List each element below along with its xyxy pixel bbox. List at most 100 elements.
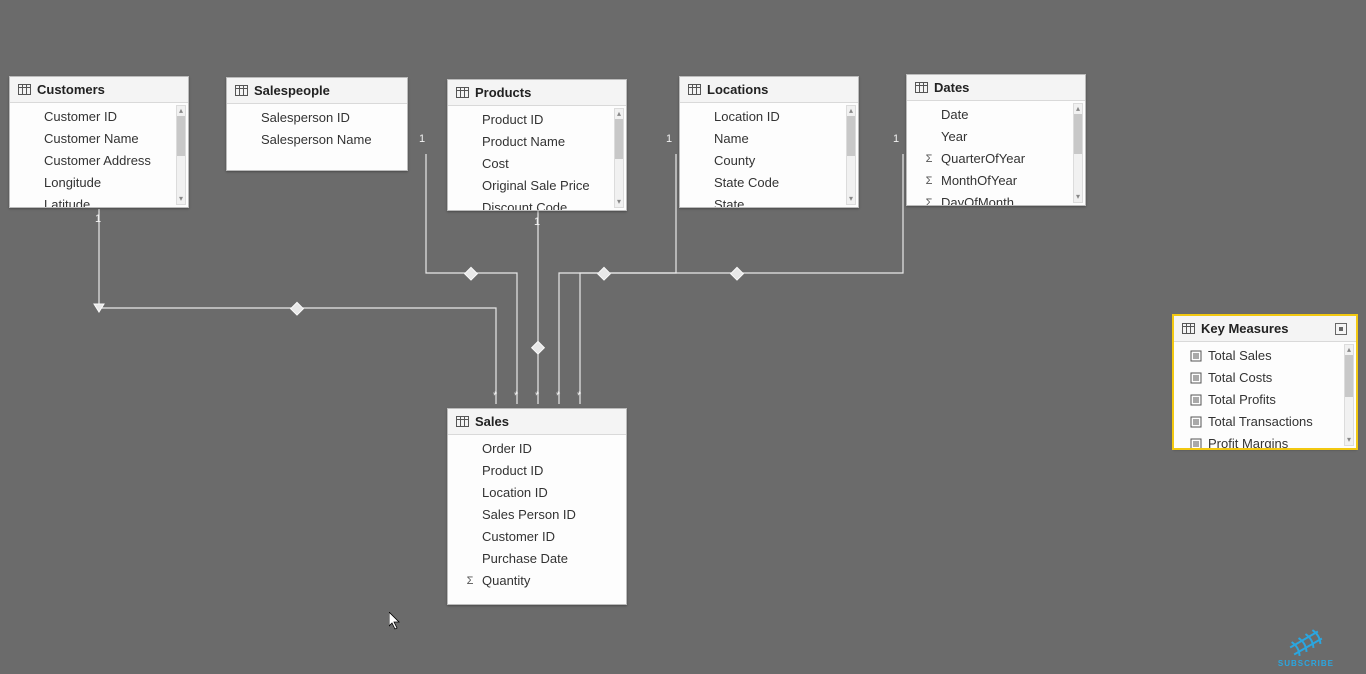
- field-item[interactable]: State: [680, 194, 858, 207]
- cardinality-one: 1: [95, 213, 101, 225]
- field-item[interactable]: Name: [680, 128, 858, 150]
- measure-icon: [1190, 394, 1202, 406]
- field-item[interactable]: Latitude: [10, 194, 188, 207]
- field-item[interactable]: Total Costs: [1174, 367, 1356, 389]
- measure-icon: [1190, 372, 1202, 384]
- scroll-up-icon[interactable]: ▴: [177, 106, 185, 116]
- subscribe-label: SUBSCRIBE: [1278, 659, 1334, 668]
- scrollbar-thumb[interactable]: [1074, 114, 1082, 154]
- maximize-icon[interactable]: [1334, 322, 1348, 336]
- field-item[interactable]: Order ID: [448, 438, 626, 460]
- table-key-measures[interactable]: Key Measures Total Sales Total Costs Tot…: [1173, 315, 1357, 449]
- table-salespeople[interactable]: Salespeople Salesperson ID Salesperson N…: [226, 77, 408, 171]
- scroll-down-icon[interactable]: ▾: [615, 197, 623, 207]
- table-locations[interactable]: Locations Location ID Name County State …: [679, 76, 859, 208]
- field-item[interactable]: Location ID: [680, 106, 858, 128]
- field-item[interactable]: Total Sales: [1174, 345, 1356, 367]
- scroll-down-icon[interactable]: ▾: [177, 194, 185, 204]
- field-item[interactable]: Profit Margins: [1174, 433, 1356, 448]
- field-item[interactable]: QuarterOfYear: [907, 148, 1085, 170]
- table-icon: [456, 416, 469, 427]
- table-dates[interactable]: Dates Date Year QuarterOfYear MonthOfYea…: [906, 74, 1086, 206]
- table-icon: [1182, 323, 1195, 334]
- field-list: Date Year QuarterOfYear MonthOfYear DayO…: [907, 101, 1085, 205]
- field-item[interactable]: Purchase Date: [448, 548, 626, 570]
- table-sales[interactable]: Sales Order ID Product ID Location ID Sa…: [447, 408, 627, 605]
- table-header[interactable]: Key Measures: [1174, 316, 1356, 342]
- table-title: Salespeople: [254, 83, 330, 98]
- field-item[interactable]: Product ID: [448, 109, 626, 131]
- table-header[interactable]: Products: [448, 80, 626, 106]
- scroll-up-icon[interactable]: ▴: [1074, 104, 1082, 114]
- measure-icon: [1190, 438, 1202, 448]
- table-header[interactable]: Customers: [10, 77, 188, 103]
- cardinality-many: *: [535, 390, 539, 402]
- table-header[interactable]: Dates: [907, 75, 1085, 101]
- cardinality-one: 1: [419, 133, 425, 145]
- field-item[interactable]: County: [680, 150, 858, 172]
- measure-icon: [1190, 350, 1202, 362]
- cardinality-many: *: [493, 390, 497, 402]
- field-item[interactable]: Customer Name: [10, 128, 188, 150]
- scroll-up-icon[interactable]: ▴: [1345, 345, 1353, 355]
- sigma-icon: [923, 175, 935, 187]
- mouse-cursor-icon: [389, 612, 401, 630]
- scrollbar-thumb[interactable]: [1345, 355, 1353, 397]
- cardinality-many: *: [514, 390, 518, 402]
- sigma-icon: [464, 575, 476, 587]
- field-list: Customer ID Customer Name Customer Addre…: [10, 103, 188, 207]
- table-header[interactable]: Sales: [448, 409, 626, 435]
- cardinality-one: 1: [893, 133, 899, 145]
- field-item[interactable]: DayOfMonth: [907, 192, 1085, 205]
- field-item[interactable]: Salesperson Name: [227, 129, 407, 151]
- field-item[interactable]: Product Name: [448, 131, 626, 153]
- field-item[interactable]: Year: [907, 126, 1085, 148]
- field-item[interactable]: Original Sale Price: [448, 175, 626, 197]
- field-item[interactable]: Discount Code: [448, 197, 626, 210]
- field-item[interactable]: Product ID: [448, 460, 626, 482]
- field-item[interactable]: State Code: [680, 172, 858, 194]
- subscribe-badge: SUBSCRIBE: [1278, 629, 1334, 668]
- field-list: Salesperson ID Salesperson Name: [227, 104, 407, 170]
- field-item[interactable]: Longitude: [10, 172, 188, 194]
- scroll-down-icon[interactable]: ▾: [847, 194, 855, 204]
- field-list: Order ID Product ID Location ID Sales Pe…: [448, 435, 626, 604]
- scroll-up-icon[interactable]: ▴: [847, 106, 855, 116]
- field-item[interactable]: Total Transactions: [1174, 411, 1356, 433]
- scrollbar[interactable]: ▴ ▾: [1073, 103, 1083, 203]
- table-header[interactable]: Locations: [680, 77, 858, 103]
- field-list: Total Sales Total Costs Total Profits To…: [1174, 342, 1356, 448]
- scrollbar[interactable]: ▴ ▾: [846, 105, 856, 205]
- scroll-down-icon[interactable]: ▾: [1074, 192, 1082, 202]
- field-item[interactable]: Quantity: [448, 570, 626, 592]
- table-header[interactable]: Salespeople: [227, 78, 407, 104]
- table-icon: [915, 82, 928, 93]
- table-customers[interactable]: Customers Customer ID Customer Name Cust…: [9, 76, 189, 208]
- scroll-down-icon[interactable]: ▾: [1345, 435, 1353, 445]
- field-item[interactable]: Cost: [448, 153, 626, 175]
- table-title: Customers: [37, 82, 105, 97]
- scrollbar[interactable]: ▴ ▾: [176, 105, 186, 205]
- scrollbar[interactable]: ▴ ▾: [614, 108, 624, 208]
- cardinality-one: 1: [534, 216, 540, 228]
- table-products[interactable]: Products Product ID Product Name Cost Or…: [447, 79, 627, 211]
- table-title: Key Measures: [1201, 321, 1288, 336]
- field-item[interactable]: Customer Address: [10, 150, 188, 172]
- scrollbar-thumb[interactable]: [177, 116, 185, 156]
- table-title: Dates: [934, 80, 969, 95]
- cardinality-many: *: [556, 390, 560, 402]
- field-item[interactable]: Sales Person ID: [448, 504, 626, 526]
- field-item[interactable]: Location ID: [448, 482, 626, 504]
- field-item[interactable]: Total Profits: [1174, 389, 1356, 411]
- field-item[interactable]: Customer ID: [448, 526, 626, 548]
- scrollbar-thumb[interactable]: [847, 116, 855, 156]
- field-item[interactable]: MonthOfYear: [907, 170, 1085, 192]
- field-item[interactable]: Date: [907, 104, 1085, 126]
- scroll-up-icon[interactable]: ▴: [615, 109, 623, 119]
- scrollbar-thumb[interactable]: [615, 119, 623, 159]
- scrollbar[interactable]: ▴ ▾: [1344, 344, 1354, 446]
- field-item[interactable]: Customer ID: [10, 106, 188, 128]
- model-diagram-canvas[interactable]: 1 1 1 1 1 * * * * * Customers Customer I…: [0, 0, 1366, 674]
- measure-icon: [1190, 416, 1202, 428]
- field-item[interactable]: Salesperson ID: [227, 107, 407, 129]
